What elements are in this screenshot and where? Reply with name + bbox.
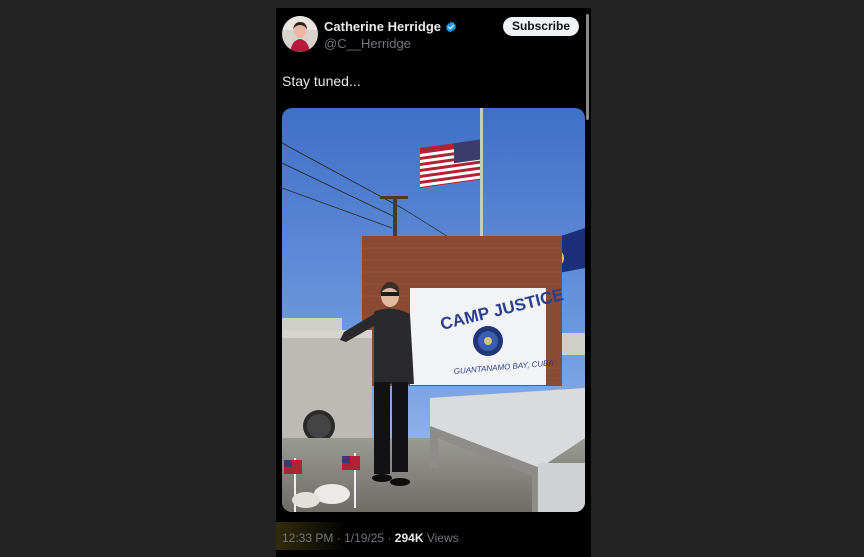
author-handle[interactable]: @C__Herridge [324, 36, 411, 51]
post-date[interactable]: 1/19/25 [344, 531, 384, 545]
us-flag [420, 139, 480, 188]
subscribe-button[interactable]: Subscribe [502, 17, 579, 36]
avatar[interactable] [282, 16, 318, 52]
avatar-image [282, 16, 318, 52]
post-card: Catherine Herridge @C__Herridge Subscrib… [276, 8, 591, 557]
views-count: 294K [394, 531, 424, 545]
post-media-photo[interactable]: CAMP JUSTICE GUANTANAMO BAY, CUBA [282, 108, 585, 512]
scrollbar[interactable] [586, 14, 589, 120]
post-text: Stay tuned... [282, 73, 361, 89]
post-meta: 12:33 PM · 1/19/25 · 294K Views [282, 531, 459, 545]
author-name-row: Catherine Herridge [324, 19, 457, 34]
meta-separator-2: · [387, 531, 392, 545]
post-header: Catherine Herridge @C__Herridge Subscrib… [282, 16, 585, 56]
views-label: Views [426, 531, 459, 545]
verified-badge-icon [446, 21, 456, 32]
post-time[interactable]: 12:33 PM [282, 531, 333, 545]
meta-separator: · [336, 531, 341, 545]
photo-camp-justice-sign: CAMP JUSTICE GUANTANAMO BAY, CUBA [282, 108, 585, 512]
page-backdrop: Catherine Herridge @C__Herridge Subscrib… [0, 0, 864, 557]
author-display-name[interactable]: Catherine Herridge [324, 19, 441, 34]
